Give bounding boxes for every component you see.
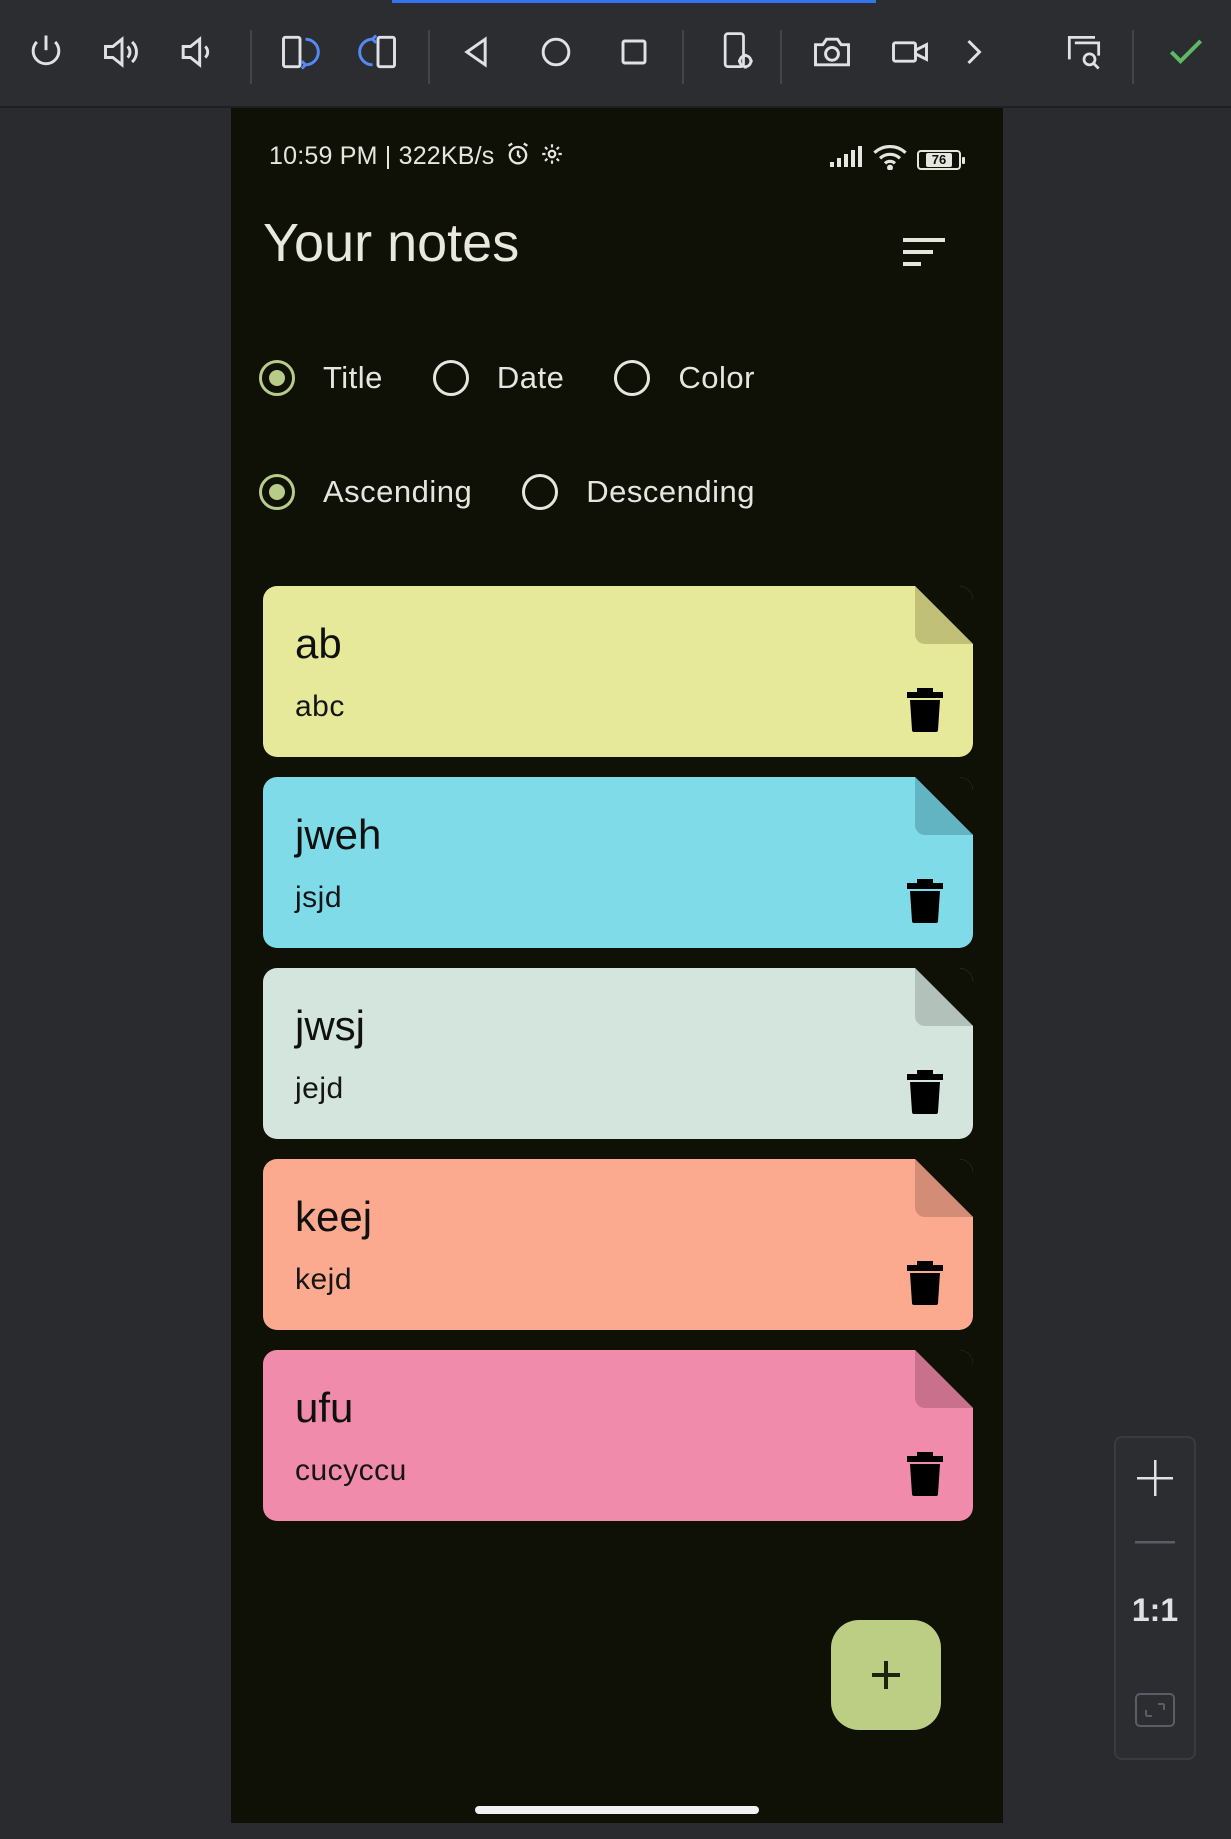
note-title: jweh bbox=[295, 811, 382, 858]
note-body: jejd bbox=[295, 1072, 344, 1105]
add-note-button[interactable] bbox=[831, 1620, 941, 1730]
delete-icon[interactable] bbox=[907, 1070, 943, 1114]
toolbar-separator bbox=[780, 30, 782, 84]
note-fold bbox=[915, 777, 973, 835]
note-body: jsjd bbox=[295, 881, 343, 914]
note-card[interactable]: jwsj jejd bbox=[263, 968, 973, 1139]
note-title: ufu bbox=[295, 1384, 354, 1431]
sort-button[interactable] bbox=[895, 222, 955, 282]
radio-date[interactable]: Date bbox=[432, 360, 565, 396]
settings-gear-icon bbox=[539, 141, 565, 174]
signal-icon bbox=[829, 146, 863, 173]
note-title: keej bbox=[295, 1193, 373, 1240]
note-card[interactable]: jweh jsjd bbox=[263, 777, 973, 948]
toolbar-separator bbox=[1132, 30, 1134, 84]
page-title: Your notes bbox=[263, 213, 520, 273]
back-icon[interactable] bbox=[448, 24, 504, 80]
toolbar-separator bbox=[682, 30, 684, 84]
alarm-icon bbox=[504, 140, 532, 175]
zoom-actual-size-button[interactable]: 1:1 bbox=[1116, 1588, 1194, 1632]
wifi-icon bbox=[873, 144, 907, 175]
volume-up-icon[interactable] bbox=[94, 24, 150, 80]
note-card[interactable]: ab abc bbox=[263, 586, 973, 757]
delete-icon[interactable] bbox=[907, 688, 943, 732]
zoom-in-icon[interactable] bbox=[1116, 1456, 1194, 1500]
toolbar-separator bbox=[428, 30, 430, 84]
radio-unchecked-icon[interactable] bbox=[614, 360, 651, 396]
camera-icon[interactable] bbox=[804, 24, 860, 80]
delete-icon[interactable] bbox=[907, 1261, 943, 1305]
radio-descending[interactable]: Descending bbox=[522, 474, 755, 510]
note-body: kejd bbox=[295, 1263, 353, 1296]
chevron-right-icon[interactable] bbox=[946, 24, 1002, 80]
loading-progress-bar bbox=[392, 0, 876, 3]
note-fold bbox=[915, 1159, 973, 1217]
zoom-out-icon[interactable] bbox=[1116, 1530, 1194, 1554]
sort-icon bbox=[903, 238, 945, 266]
inspect-icon[interactable] bbox=[1056, 24, 1112, 80]
notes-list: ab abc jweh jsjd jwsj jejd keej kejd ufu… bbox=[263, 586, 973, 1541]
note-title: jwsj bbox=[295, 1002, 365, 1049]
delete-icon[interactable] bbox=[907, 1452, 943, 1496]
note-fold bbox=[915, 1350, 973, 1408]
toolbar-separator bbox=[250, 30, 252, 84]
radio-date-label: Date bbox=[496, 360, 565, 395]
note-body: abc bbox=[295, 690, 345, 723]
status-icons: 76 bbox=[829, 144, 965, 175]
rotate-left-icon[interactable] bbox=[272, 24, 328, 80]
radio-title[interactable]: Title bbox=[259, 360, 383, 396]
battery-icon: 76 bbox=[917, 149, 965, 170]
radio-checked-icon[interactable] bbox=[259, 360, 295, 396]
home-indicator[interactable] bbox=[475, 1806, 759, 1814]
delete-icon[interactable] bbox=[907, 879, 943, 923]
video-icon[interactable] bbox=[882, 24, 938, 80]
zoom-panel: 1:1 bbox=[1114, 1436, 1196, 1760]
radio-color[interactable]: Color bbox=[614, 360, 755, 396]
power-icon[interactable] bbox=[18, 24, 74, 80]
radio-color-label: Color bbox=[678, 360, 755, 395]
note-fold bbox=[915, 586, 973, 644]
radio-descending-label: Descending bbox=[586, 474, 755, 509]
rotate-right-icon[interactable] bbox=[350, 24, 406, 80]
radio-unchecked-icon[interactable] bbox=[432, 360, 469, 396]
fit-screen-icon[interactable] bbox=[1116, 1688, 1194, 1732]
radio-checked-icon[interactable] bbox=[259, 474, 295, 510]
device-settings-icon[interactable] bbox=[710, 24, 766, 80]
radio-ascending[interactable]: Ascending bbox=[259, 474, 472, 510]
plus-icon bbox=[872, 1661, 900, 1689]
sort-by-group: Title Date Color bbox=[259, 360, 805, 396]
radio-ascending-label: Ascending bbox=[323, 474, 473, 509]
home-icon[interactable] bbox=[528, 24, 584, 80]
note-title: ab bbox=[295, 620, 342, 667]
zoom-one-to-one-label: 1:1 bbox=[1131, 1591, 1179, 1628]
note-fold bbox=[915, 968, 973, 1026]
volume-down-icon[interactable] bbox=[168, 24, 224, 80]
device-screen[interactable]: 10:59 PM | 322KB/s 76 Your notes Title D… bbox=[231, 108, 1003, 1823]
sort-direction-group: Ascending Descending bbox=[259, 474, 805, 510]
note-body: cucyccu bbox=[295, 1454, 407, 1487]
overview-icon[interactable] bbox=[606, 24, 662, 80]
note-card[interactable]: keej kejd bbox=[263, 1159, 973, 1330]
radio-unchecked-icon[interactable] bbox=[522, 474, 559, 510]
status-bar: 10:59 PM | 322KB/s 76 bbox=[231, 108, 1003, 204]
check-icon[interactable] bbox=[1158, 24, 1214, 80]
status-time-speed: 10:59 PM | 322KB/s bbox=[269, 140, 565, 175]
note-card[interactable]: ufu cucyccu bbox=[263, 1350, 973, 1521]
emulator-toolbar bbox=[0, 0, 1231, 108]
radio-title-label: Title bbox=[323, 360, 383, 395]
